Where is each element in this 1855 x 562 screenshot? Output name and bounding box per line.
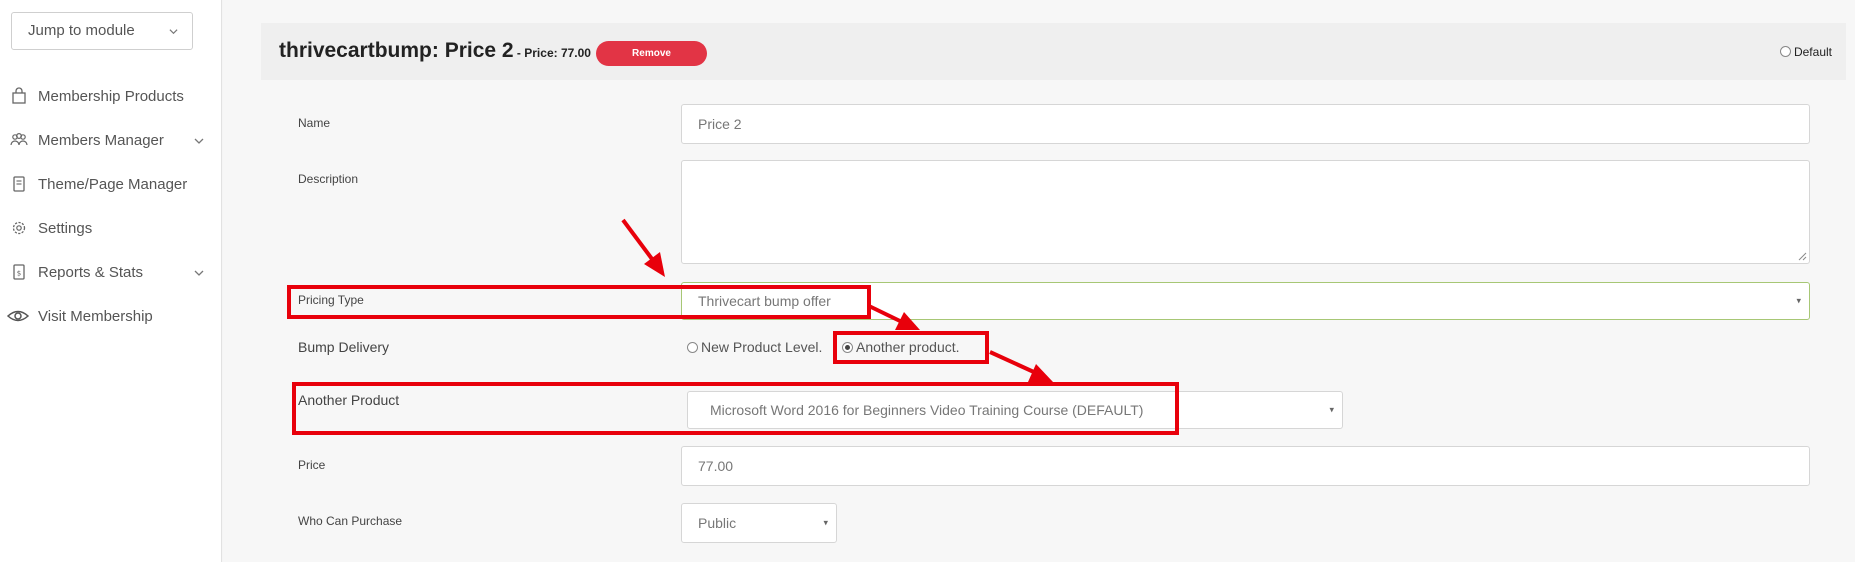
sidebar-item-label: Membership Products [38, 88, 184, 105]
radio-icon [687, 342, 698, 353]
name-input[interactable] [681, 104, 1810, 144]
page-title: thrivecartbump: Price 2 - Price: 77.00 [279, 39, 591, 63]
sidebar-item-reports-stats[interactable]: $ Reports & Stats [0, 258, 222, 288]
price-suffix: - Price: 77.00 [513, 46, 591, 60]
select-arrow-icon: ▾ [1329, 404, 1334, 415]
price-title: thrivecartbump: Price 2 [279, 39, 514, 62]
page-icon [13, 176, 25, 192]
sidebar-item-label: Reports & Stats [38, 264, 144, 281]
description-textarea[interactable] [681, 160, 1810, 264]
bag-icon [12, 87, 26, 104]
main-panel: thrivecartbump: Price 2 - Price: 77.00 R… [223, 0, 1855, 562]
sidebar: Jump to module Membership Products Membe… [0, 0, 222, 562]
default-label: Default [1793, 45, 1832, 59]
bump-option-label: New Product Level. [701, 339, 823, 355]
eye-icon [7, 310, 29, 322]
sidebar-item-members-manager[interactable]: Members Manager [0, 126, 222, 156]
chevron-down-icon [194, 270, 204, 276]
who-can-purchase-select[interactable]: Public ▾ [681, 503, 837, 543]
sidebar-item-visit-membership[interactable]: Visit Membership [0, 302, 222, 332]
default-radio[interactable]: Default [1779, 45, 1832, 59]
price-label: Price [298, 458, 326, 472]
name-label: Name [298, 116, 331, 130]
select-arrow-icon: ▾ [823, 517, 828, 528]
report-icon: $ [13, 264, 25, 280]
select-arrow-icon: ▾ [1796, 295, 1801, 306]
price-card-header: thrivecartbump: Price 2 - Price: 77.00 R… [261, 23, 1846, 80]
sidebar-item-label: Members Manager [38, 132, 164, 149]
remove-button[interactable]: Remove [596, 41, 707, 66]
sidebar-item-theme-page-manager[interactable]: Theme/Page Manager [0, 170, 222, 200]
who-can-purchase-value: Public [698, 515, 737, 531]
chevron-down-icon [194, 138, 204, 144]
bump-option-new-product-level[interactable]: New Product Level. [687, 339, 822, 355]
sidebar-item-membership-products[interactable]: Membership Products [0, 82, 222, 112]
resize-handle-icon[interactable] [1797, 251, 1807, 261]
jump-to-module-select[interactable]: Jump to module [11, 12, 193, 50]
sidebar-item-label: Settings [38, 220, 93, 237]
jump-to-module-label: Jump to module [28, 22, 135, 39]
annotation-box-another-product-option [833, 331, 989, 364]
sidebar-item-settings[interactable]: Settings [0, 214, 222, 244]
description-label: Description [298, 172, 359, 186]
chevron-down-icon [169, 29, 178, 35]
radio-icon [1779, 46, 1791, 57]
app-window: Jump to module Membership Products Membe… [0, 0, 1855, 562]
sidebar-item-label: Visit Membership [38, 308, 153, 325]
users-icon [10, 132, 28, 146]
bump-delivery-label: Bump Delivery [298, 339, 390, 355]
who-can-purchase-label: Who Can Purchase [298, 514, 403, 528]
annotation-box-pricing-type [287, 285, 871, 319]
annotation-box-another-product-field [292, 382, 1179, 435]
price-input[interactable] [681, 446, 1810, 486]
sidebar-item-label: Theme/Page Manager [38, 176, 188, 193]
svg-text:$: $ [17, 270, 21, 278]
gear-icon [12, 221, 26, 235]
